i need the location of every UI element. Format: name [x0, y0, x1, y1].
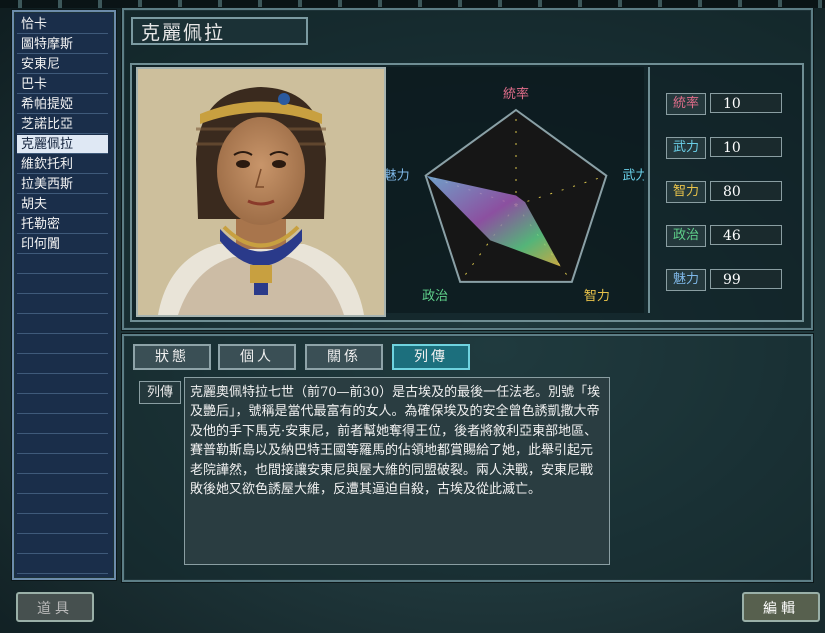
stat-label-war: 武力	[666, 137, 706, 159]
list-item-empty	[17, 535, 108, 554]
list-item[interactable]: 印何闐	[17, 235, 108, 254]
radar-axis-label: 智力	[584, 289, 610, 304]
list-item[interactable]: 克麗佩拉	[17, 135, 108, 154]
stat-label-intelligence: 智力	[666, 181, 706, 203]
top-border-strip	[0, 0, 825, 8]
items-button[interactable]: 道具	[16, 592, 94, 622]
radar-svg: 統率武力智力 政治 魅力	[384, 86, 649, 304]
list-item-empty	[17, 555, 108, 574]
list-item[interactable]: 胡夫	[17, 195, 108, 214]
list-item[interactable]: 拉美西斯	[17, 175, 108, 194]
character-portrait	[136, 67, 386, 317]
stat-value-war: 10	[710, 137, 782, 157]
edit-button[interactable]: 編輯	[742, 592, 820, 622]
list-item[interactable]: 希帕提婭	[17, 95, 108, 114]
list-item-empty	[17, 255, 108, 274]
list-item[interactable]: 巴卡	[17, 75, 108, 94]
list-item-empty	[17, 315, 108, 334]
list-item-empty	[17, 495, 108, 514]
radar-chart: 統率武力智力 政治 魅力	[384, 67, 649, 313]
tab-status[interactable]: 狀態	[133, 344, 211, 370]
list-item[interactable]: 恰卡	[17, 15, 108, 34]
list-item-empty	[17, 375, 108, 394]
list-item-empty	[17, 335, 108, 354]
portrait-image	[138, 69, 384, 315]
list-item-empty	[17, 395, 108, 414]
stat-value-intelligence: 80	[710, 181, 782, 201]
list-item[interactable]: 托勒密	[17, 215, 108, 234]
tab-personal[interactable]: 個人	[218, 344, 296, 370]
list-item-empty	[17, 295, 108, 314]
tab-relations[interactable]: 關係	[305, 344, 383, 370]
list-item-empty	[17, 275, 108, 294]
tab-biography[interactable]: 列傳	[392, 344, 470, 370]
radar-axis-label: 武力	[622, 169, 644, 184]
list-item-empty	[17, 515, 108, 534]
character-list: 恰卡 圖特摩斯 安東尼 巴卡 希帕提婭 芝諾比亞 克麗佩拉 維欽托利 拉美西斯 胡夫 托勒密 印何闐	[12, 10, 116, 580]
list-item-empty	[17, 435, 108, 454]
stat-value-politics: 46	[710, 225, 782, 245]
list-item[interactable]: 維欽托利	[17, 155, 108, 174]
biography-label: 列傳	[139, 381, 181, 404]
list-item-empty	[17, 355, 108, 374]
list-item[interactable]: 安東尼	[17, 55, 108, 74]
radar-axis-label: 政治	[422, 289, 448, 304]
list-item-empty	[17, 415, 108, 434]
stat-label-leadership: 統率	[666, 93, 706, 115]
stat-value-leadership: 10	[710, 93, 782, 113]
list-item-empty	[17, 475, 108, 494]
character-name: 克麗佩拉	[131, 17, 308, 45]
stat-label-politics: 政治	[666, 225, 706, 247]
list-item[interactable]: 圖特摩斯	[17, 35, 108, 54]
stat-label-charisma: 魅力	[666, 269, 706, 291]
list-item[interactable]: 芝諾比亞	[17, 115, 108, 134]
stat-value-charisma: 99	[710, 269, 782, 289]
radar-axis-label: 統率	[503, 86, 529, 102]
radar-axis-label: 魅力	[386, 169, 410, 184]
list-item-empty	[17, 455, 108, 474]
biography-text: 克麗奧佩特拉七世（前70—前30）是古埃及的最後一任法老。別號「埃及艷后」，號稱…	[190, 385, 601, 498]
